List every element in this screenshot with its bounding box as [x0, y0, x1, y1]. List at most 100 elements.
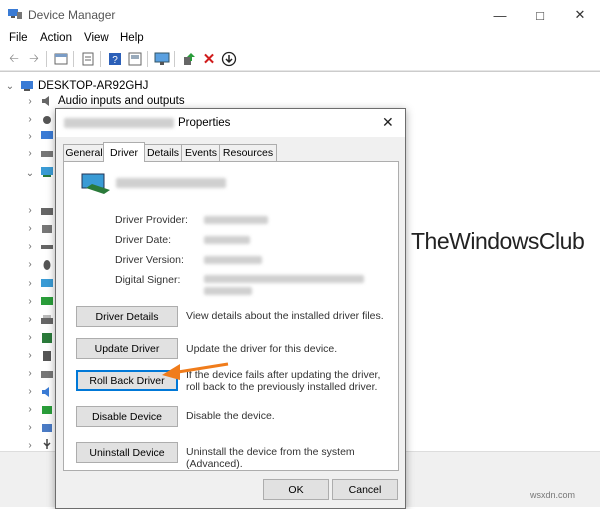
chevron-down-icon[interactable]: ⌄: [4, 81, 16, 92]
monitor-icon: [41, 279, 53, 287]
mouse-icon: [43, 260, 51, 270]
device-manager-icon: [8, 9, 22, 19]
scan-icon[interactable]: [127, 51, 143, 67]
system-device-icon: [42, 424, 52, 432]
driver-date-value: [204, 236, 250, 244]
chevron-right-icon[interactable]: ›: [24, 332, 36, 343]
cancel-button[interactable]: Cancel: [332, 479, 398, 500]
window-titlebar: Device Manager — □ ✕: [0, 0, 600, 31]
toolbar-separator: [174, 51, 175, 67]
network-adapter-icon: [41, 297, 53, 305]
tab-details[interactable]: Details: [143, 144, 183, 161]
toolbar: 🡠 🡢 ? ✕: [0, 48, 600, 71]
tab-driver[interactable]: Driver: [103, 142, 145, 162]
close-window-button[interactable]: ✕: [560, 0, 600, 30]
chevron-right-icon[interactable]: ›: [24, 278, 36, 289]
driver-version-value: [204, 256, 262, 264]
update-driver-description: Update the driver for this device.: [186, 343, 338, 355]
minimize-button[interactable]: —: [480, 0, 520, 30]
software-device-icon: [41, 371, 53, 378]
driver-details-description: View details about the installed driver …: [186, 310, 384, 322]
forward-arrow-icon[interactable]: 🡢: [26, 51, 42, 67]
storage-icon: [42, 406, 52, 414]
ide-icon: [41, 245, 53, 249]
chevron-right-icon[interactable]: ›: [24, 96, 36, 107]
tree-item-label: Audio inputs and outputs: [58, 95, 185, 107]
chevron-right-icon[interactable]: ›: [24, 422, 36, 433]
driver-tab-panel: Driver Provider: Driver Date: Driver Ver…: [63, 161, 399, 471]
chevron-right-icon[interactable]: ›: [24, 440, 36, 451]
uninstall-device-description: Uninstall the device from the system (Ad…: [186, 446, 355, 470]
uninstall-device-button[interactable]: Uninstall Device: [76, 442, 178, 463]
printer-icon: [41, 315, 53, 324]
driver-provider-value: [204, 216, 268, 224]
menu-view[interactable]: View: [84, 32, 109, 44]
driver-date-label: Driver Date:: [115, 234, 172, 246]
chevron-right-icon[interactable]: ›: [24, 131, 36, 142]
chevron-right-icon[interactable]: ›: [24, 241, 36, 252]
svg-text:?: ?: [112, 55, 118, 66]
chevron-right-icon[interactable]: ›: [24, 368, 36, 379]
tree-category-list: › › › ⌄ › › › › › › › › › › › › › ›: [24, 110, 54, 451]
back-arrow-icon[interactable]: 🡠: [6, 51, 22, 67]
security-icon: [43, 351, 51, 361]
disable-device-button[interactable]: Disable Device: [76, 406, 178, 427]
maximize-button[interactable]: □: [520, 0, 560, 30]
chevron-right-icon[interactable]: ›: [24, 223, 36, 234]
chevron-down-icon[interactable]: ⌄: [24, 168, 36, 179]
chevron-right-icon[interactable]: ›: [24, 148, 36, 159]
watermark-text: TheWindowsClub: [411, 228, 585, 254]
digital-signer-value: [204, 275, 364, 283]
menu-action[interactable]: Action: [40, 32, 72, 44]
annotation-arrow-icon: [162, 362, 229, 380]
help-icon[interactable]: ?: [107, 51, 123, 67]
chevron-right-icon[interactable]: ›: [24, 314, 36, 325]
chevron-right-icon[interactable]: ›: [24, 205, 36, 216]
disk-drive-icon: [41, 151, 53, 157]
hid-icon: [42, 225, 52, 233]
dialog-title: Properties: [178, 117, 231, 129]
ok-button[interactable]: OK: [263, 479, 329, 500]
driver-details-button[interactable]: Driver Details: [76, 306, 178, 327]
speaker-icon: [42, 96, 49, 106]
processor-icon: [42, 333, 52, 343]
uninstall-x-icon[interactable]: ✕: [201, 51, 217, 68]
window-title: Device Manager: [28, 8, 116, 22]
menu-bar: File Action View Help: [0, 30, 600, 48]
chevron-right-icon[interactable]: ›: [24, 259, 36, 270]
chevron-right-icon[interactable]: ›: [24, 350, 36, 361]
dialog-titlebar: Properties ✕: [56, 109, 405, 137]
disable-device-description: Disable the device.: [186, 410, 275, 422]
monitor-icon[interactable]: [154, 51, 170, 67]
close-icon[interactable]: ✕: [382, 114, 394, 131]
computer-icon: [41, 131, 53, 139]
driver-provider-label: Driver Provider:: [115, 214, 188, 226]
toolbar-separator: [73, 51, 74, 67]
add-driver-icon[interactable]: [181, 51, 197, 67]
chevron-right-icon[interactable]: ›: [24, 296, 36, 307]
properties-icon[interactable]: [53, 51, 69, 67]
chevron-right-icon[interactable]: ›: [24, 404, 36, 415]
chevron-right-icon[interactable]: ›: [24, 114, 36, 125]
tab-resources[interactable]: Resources: [219, 144, 277, 161]
digital-signer-label: Digital Signer:: [115, 274, 181, 286]
toolbar-separator: [100, 51, 101, 67]
tab-events[interactable]: Events: [181, 144, 221, 161]
properties-dialog: Properties ✕ General Driver Details Even…: [55, 108, 406, 509]
camera-icon: [43, 116, 51, 124]
download-icon[interactable]: [221, 51, 237, 67]
usb-icon: [43, 439, 51, 449]
menu-file[interactable]: File: [9, 32, 28, 44]
watermark-credit: wsxdn.com: [530, 490, 576, 500]
device-name-blurred: [64, 118, 174, 128]
view-list-icon[interactable]: [80, 51, 96, 67]
toolbar-separator: [46, 51, 47, 67]
tab-general[interactable]: General: [63, 144, 105, 161]
menu-help[interactable]: Help: [120, 32, 144, 44]
sound-controller-icon: [42, 387, 49, 397]
chevron-right-icon[interactable]: ›: [24, 386, 36, 397]
toolbar-separator: [147, 51, 148, 67]
device-name-blurred: [116, 178, 226, 188]
update-driver-button[interactable]: Update Driver: [76, 338, 178, 359]
display-adapter-icon: [81, 173, 110, 194]
